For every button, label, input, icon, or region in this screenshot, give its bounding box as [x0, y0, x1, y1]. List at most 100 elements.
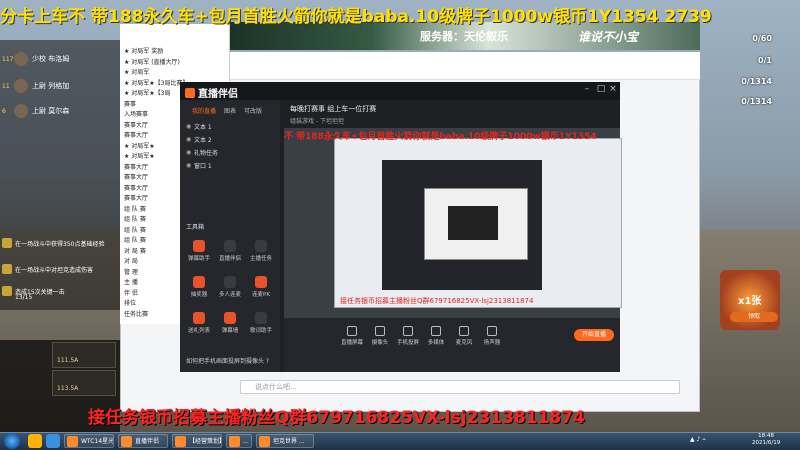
- tool-button[interactable]: 连麦PK: [246, 276, 276, 304]
- clock-time: 18:48: [758, 433, 775, 439]
- tree-item[interactable]: 赛事大厅: [124, 183, 148, 192]
- player-row: 117 少校 布洛姆: [2, 50, 118, 68]
- tool-icon: [224, 240, 236, 252]
- player-name: 上尉 列格加: [32, 82, 70, 90]
- source-tool-button[interactable]: 麦克风: [450, 326, 478, 346]
- tank-slot[interactable]: 113.5A: [52, 370, 116, 396]
- source-tool-button[interactable]: 手机投屏: [394, 326, 422, 346]
- close-icon[interactable]: ×: [608, 84, 618, 94]
- chat-input[interactable]: 说点什么吧...: [240, 380, 680, 394]
- tree-item[interactable]: 赛事大厅: [124, 193, 148, 202]
- tool-button[interactable]: 弹幕墙: [215, 312, 245, 340]
- tool-button[interactable]: 抽奖器: [184, 276, 214, 304]
- tool-label: 弹幕墙: [221, 328, 239, 334]
- tool-button[interactable]: 弹幕助手: [184, 240, 214, 268]
- start-menu-icon[interactable]: [4, 433, 20, 449]
- tool-button[interactable]: 主播任务: [246, 240, 276, 268]
- tree-item[interactable]: 组 队 赛: [124, 214, 146, 223]
- tree-item[interactable]: 对 局: [124, 256, 138, 265]
- clock-date: 2021/6/19: [752, 440, 781, 446]
- player-row: 11 上尉 列格加: [2, 77, 118, 95]
- eye-icon[interactable]: ◉: [186, 123, 194, 130]
- source-tool-label: 扬声器: [483, 340, 501, 346]
- tool-button[interactable]: 送礼列表: [184, 312, 214, 340]
- folder-icon[interactable]: [28, 434, 42, 448]
- tank-slot[interactable]: 111.5A: [52, 342, 116, 368]
- tree-item[interactable]: 组 队 赛: [124, 225, 146, 234]
- tab-my-live[interactable]: 我的直播: [192, 106, 216, 115]
- tab-charts[interactable]: 图表: [224, 106, 236, 115]
- tree-item[interactable]: ★ 对局军★: [124, 151, 155, 160]
- tool-label: 歌词助手: [249, 328, 272, 334]
- taskbar-task-label: 【经营策划】 ...: [189, 438, 222, 445]
- tool-icon: [224, 276, 236, 288]
- source-item[interactable]: ◉ 文本 1: [186, 120, 276, 132]
- tool-button[interactable]: 歌词助手: [246, 312, 276, 340]
- gift-claim-button[interactable]: 领取: [730, 312, 778, 322]
- eye-icon[interactable]: ◉: [186, 136, 194, 143]
- tool-button[interactable]: 直播伴侣: [215, 240, 245, 268]
- tank-label: 113.5A: [57, 385, 79, 392]
- source-tool-label: 多媒体: [427, 340, 445, 346]
- tree-item[interactable]: 伴 侣: [124, 288, 138, 297]
- browser-icon[interactable]: [46, 434, 60, 448]
- star-icon: [2, 238, 12, 248]
- source-item[interactable]: ◉ 窗口 1: [186, 159, 276, 171]
- source-tool-button[interactable]: 直播屏幕: [338, 326, 366, 346]
- tool-label: 主播任务: [249, 256, 272, 262]
- source-tool-button[interactable]: 摄像头: [366, 326, 394, 346]
- source-tool-icon: [459, 326, 469, 336]
- tree-item[interactable]: ★ 对局军 奖励: [124, 46, 163, 55]
- source-tool-button[interactable]: 扬声器: [478, 326, 506, 346]
- tree-item[interactable]: 赛事大厅: [124, 120, 148, 129]
- app-icon: [229, 436, 240, 447]
- tree-item[interactable]: ★ 对局军 (直播大厅): [124, 57, 180, 66]
- taskbar-task[interactable]: ...: [226, 434, 252, 448]
- source-item[interactable]: ◉ 礼物任务: [186, 146, 276, 158]
- preview-marquee: 不 带188永久车+包月首胜火箭你就是baba.10级牌子1000w银币1Y13…: [284, 132, 597, 142]
- tree-item[interactable]: 赛事大厅: [124, 130, 148, 139]
- source-tool-button[interactable]: 多媒体: [422, 326, 450, 346]
- banner-slogan: 谁说不小宝: [578, 30, 639, 44]
- tree-item[interactable]: 赛事大厅: [124, 172, 148, 181]
- tree-item[interactable]: ★ 对局军★【3局: [124, 88, 170, 97]
- source-tool-icon: [431, 326, 441, 336]
- eye-icon[interactable]: ◉: [186, 149, 194, 156]
- avatar: [14, 79, 28, 93]
- tree-item[interactable]: 入场赛事: [124, 109, 148, 118]
- source-tool-icon: [403, 326, 413, 336]
- camera-tip-link[interactable]: 如何把手机画面投屏到摄像头 ?: [186, 356, 269, 365]
- title-bar: [180, 82, 620, 100]
- taskbar-task[interactable]: WTC14星光坦克大...: [64, 434, 114, 448]
- maximize-icon[interactable]: □: [596, 84, 606, 94]
- tab-editable[interactable]: 可改版: [244, 106, 262, 115]
- minimize-icon[interactable]: –: [582, 84, 592, 94]
- tree-item[interactable]: 赛事大厅: [124, 162, 148, 171]
- tree-item[interactable]: 组 队 赛: [124, 235, 146, 244]
- tree-item[interactable]: 对 局 赛: [124, 246, 146, 255]
- tree-item[interactable]: 主 播: [124, 277, 138, 286]
- system-tray[interactable]: ▲ ♪ ⌁: [690, 436, 706, 443]
- tree-item[interactable]: ★ 对局军★【3局比赛】: [124, 78, 188, 87]
- tree-item[interactable]: 管 理: [124, 267, 138, 276]
- source-name: 窗口 1: [194, 162, 212, 170]
- taskbar-task[interactable]: 【经营策划】 ...: [172, 434, 222, 448]
- clock[interactable]: 18:48 2021/6/19: [752, 433, 780, 447]
- tree-item[interactable]: 排位: [124, 298, 136, 307]
- tree-item[interactable]: ★ 对局军★: [124, 141, 155, 150]
- counter: 0/1: [757, 56, 772, 65]
- start-live-button[interactable]: 开始直播: [574, 329, 614, 341]
- tree-item[interactable]: 组 队 赛: [124, 204, 146, 213]
- tree-item[interactable]: 任务比赛: [124, 309, 148, 318]
- tool-icon: [193, 312, 205, 324]
- tree-item[interactable]: 赛事: [124, 99, 136, 108]
- player-rank: 11: [2, 82, 10, 90]
- eye-icon[interactable]: ◉: [186, 162, 194, 169]
- taskbar-task[interactable]: 直播伴侣: [118, 434, 168, 448]
- source-item[interactable]: ◉ 文本 2: [186, 133, 276, 145]
- tree-item[interactable]: ★ 对局军: [124, 67, 149, 76]
- mission-progress-text: 13/15: [15, 294, 33, 301]
- taskbar-task[interactable]: 坦克世界 ...: [256, 434, 314, 448]
- top-marquee: 分卡上车不 带188永久车+包月首胜火箭你就是baba.10级牌子1000w银币…: [0, 7, 712, 27]
- tool-button[interactable]: 多人连麦: [215, 276, 245, 304]
